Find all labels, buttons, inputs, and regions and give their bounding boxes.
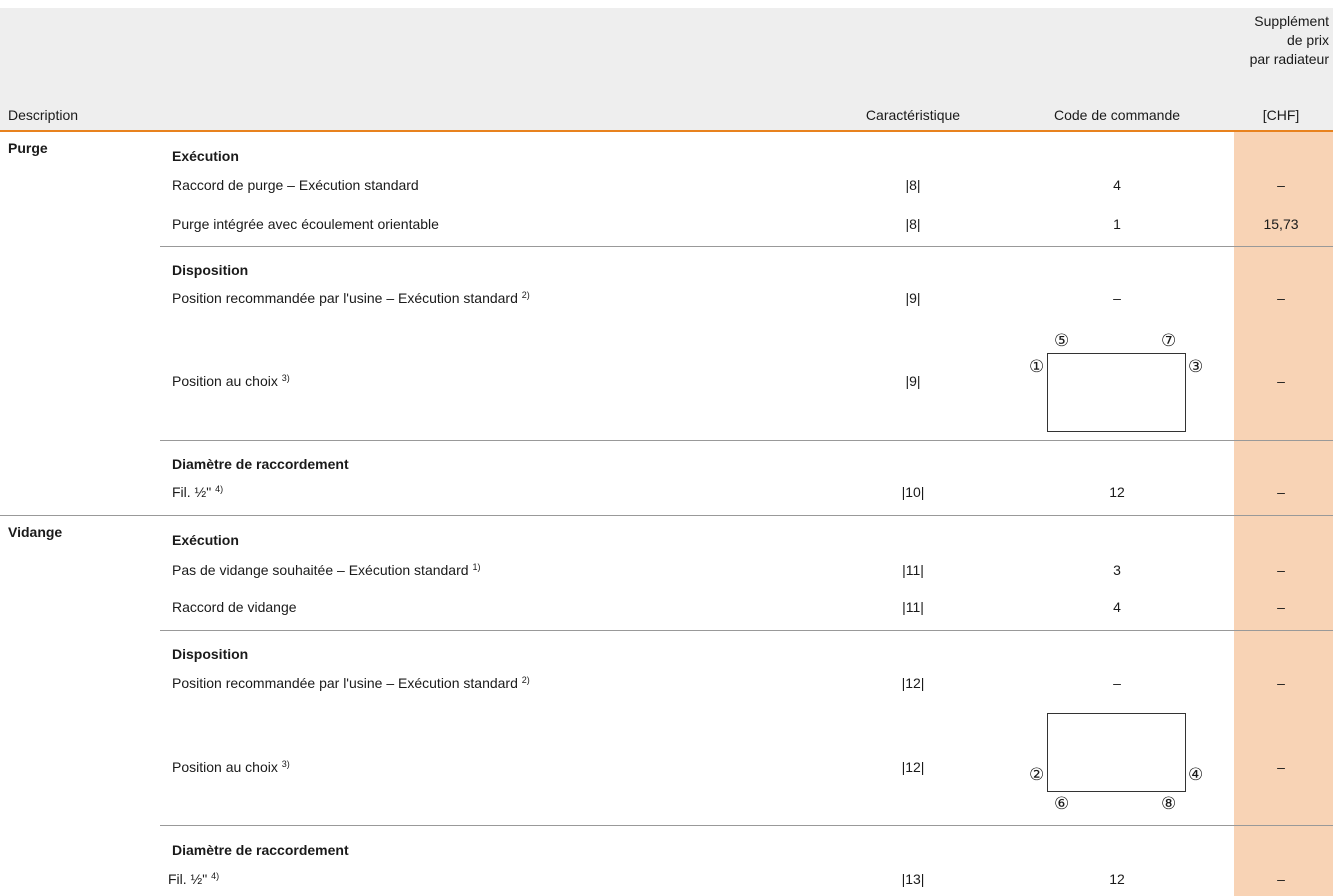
row-label-text: Fil. ½": [172, 484, 212, 500]
group-title-drain-execution: Exécution: [172, 532, 239, 548]
section-title-purge: Purge: [8, 140, 48, 156]
footnote-ref: 2): [521, 290, 530, 300]
row-label: Position recommandée par l'usine – Exécu…: [172, 290, 530, 306]
row-characteristic: |9|: [905, 373, 921, 389]
section-title-drain: Vidange: [8, 524, 63, 540]
section-divider: [0, 515, 1333, 516]
row-label-text: Position au choix: [172, 759, 278, 775]
footnote-ref: 4): [211, 871, 220, 881]
group-title-purge-execution: Exécution: [172, 148, 239, 164]
header-surcharge-line3: par radiateur: [1249, 51, 1329, 67]
row-price: –: [1277, 484, 1285, 500]
row-price: –: [1277, 562, 1285, 578]
position-marker-3: ③: [1188, 357, 1204, 377]
group-title-purge-diameter: Diamètre de raccordement: [172, 456, 349, 472]
row-label: Position au choix 3): [172, 759, 290, 775]
row-label: Fil. ½" 4): [168, 871, 219, 887]
row-price: –: [1277, 177, 1285, 193]
footnote-ref: 3): [281, 373, 290, 383]
position-marker-2: ②: [1029, 765, 1045, 785]
row-order-code: 4: [1113, 599, 1121, 615]
row-order-code: 4: [1113, 177, 1121, 193]
header-surcharge-line2: de prix: [1286, 32, 1329, 48]
footnote-ref: 2): [521, 675, 530, 685]
row-label: Purge intégrée avec écoulement orientabl…: [172, 216, 439, 232]
row-divider: [160, 246, 1333, 247]
row-characteristic: |9|: [905, 290, 921, 306]
radiator-outline: [1047, 353, 1186, 432]
row-characteristic: |13|: [901, 871, 925, 887]
row-divider: [160, 440, 1333, 441]
header-surcharge: Supplément de prix par radiateur: [1234, 12, 1329, 69]
row-divider: [160, 630, 1333, 631]
position-marker-4: ④: [1188, 765, 1204, 785]
row-label: Fil. ½" 4): [172, 484, 223, 500]
position-marker-5: ⑤: [1054, 331, 1070, 351]
group-title-drain-disposition: Disposition: [172, 646, 249, 662]
group-title-purge-disposition: Disposition: [172, 262, 249, 278]
footnote-ref: 1): [472, 562, 481, 572]
position-marker-7: ⑦: [1161, 331, 1177, 351]
header-currency: [CHF]: [1262, 107, 1300, 123]
row-order-code: 12: [1109, 484, 1125, 500]
position-marker-6: ⑥: [1054, 794, 1070, 814]
header-order-code: Code de commande: [1053, 107, 1181, 123]
header-divider: [0, 130, 1333, 132]
row-label: Position recommandée par l'usine – Exécu…: [172, 675, 530, 691]
radiator-outline: [1047, 713, 1186, 792]
row-label: Raccord de purge – Exécution standard: [172, 177, 419, 193]
row-characteristic: |10|: [901, 484, 925, 500]
header-characteristic: Caractéristique: [865, 107, 961, 123]
row-price: –: [1277, 290, 1285, 306]
row-characteristic: |11|: [902, 599, 924, 615]
row-order-code: –: [1113, 675, 1121, 691]
row-label: Pas de vidange souhaitée – Exécution sta…: [172, 562, 480, 578]
row-order-code: –: [1113, 290, 1121, 306]
row-characteristic: |11|: [902, 562, 924, 578]
header-surcharge-line1: Supplément: [1254, 13, 1329, 29]
row-label-text: Position au choix: [172, 373, 278, 389]
group-title-drain-diameter: Diamètre de raccordement: [172, 842, 349, 858]
row-characteristic: |8|: [905, 216, 921, 232]
row-order-code: 12: [1109, 871, 1125, 887]
footnote-ref: 3): [281, 759, 290, 769]
footnote-ref: 4): [215, 484, 224, 494]
row-label: Position au choix 3): [172, 373, 290, 389]
row-label: Raccord de vidange: [172, 599, 297, 615]
row-price: 15,73: [1263, 216, 1299, 232]
position-marker-1: ①: [1029, 357, 1045, 377]
row-characteristic: |12|: [901, 759, 925, 775]
row-price: –: [1277, 759, 1285, 775]
row-label-text: Position recommandée par l'usine – Exécu…: [172, 675, 518, 691]
row-characteristic: |8|: [905, 177, 921, 193]
row-price: –: [1277, 373, 1285, 389]
row-characteristic: |12|: [901, 675, 925, 691]
row-label-text: Pas de vidange souhaitée – Exécution sta…: [172, 562, 469, 578]
row-label-text: Position recommandée par l'usine – Exécu…: [172, 290, 518, 306]
row-label-text: Fil. ½": [168, 871, 208, 887]
header-description: Description: [8, 107, 79, 123]
row-order-code: 1: [1113, 216, 1121, 232]
row-divider: [160, 825, 1333, 826]
position-marker-8: ⑧: [1161, 794, 1177, 814]
row-price: –: [1277, 871, 1285, 887]
row-order-code: 3: [1113, 562, 1121, 578]
row-price: –: [1277, 675, 1285, 691]
row-price: –: [1277, 599, 1285, 615]
